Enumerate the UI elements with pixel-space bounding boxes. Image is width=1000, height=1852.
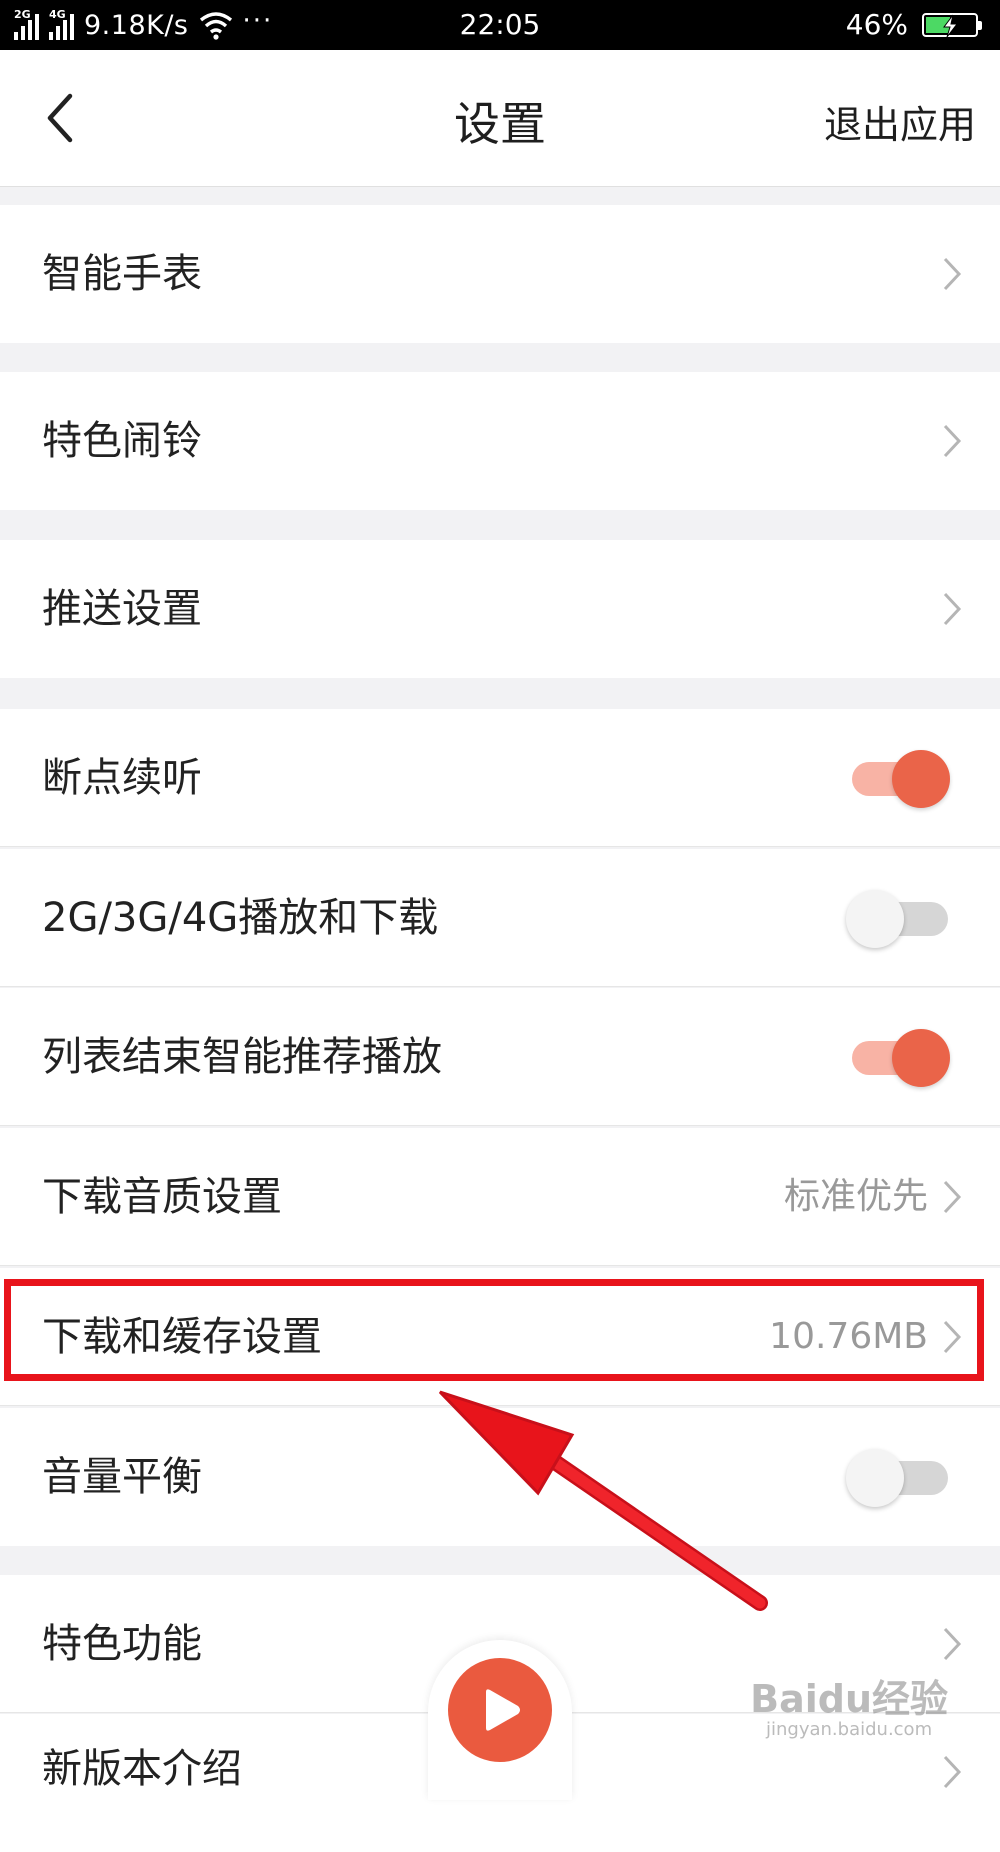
status-bar: 2G 4G 9.18K/s ··· 22:05 46% xyxy=(0,0,1000,50)
row-alarm[interactable]: 特色闹铃 xyxy=(0,372,1000,510)
play-icon xyxy=(486,1689,520,1731)
mobile-data-toggle[interactable] xyxy=(846,890,948,948)
row-smart-watch[interactable]: 智能手表 xyxy=(0,205,1000,343)
row-label: 特色功能 xyxy=(42,1621,202,1667)
row-label: 音量平衡 xyxy=(42,1454,202,1500)
chevron-right-icon xyxy=(943,1755,962,1789)
battery-charging-icon xyxy=(922,13,982,38)
row-smart-recommend: 列表结束智能推荐播放 xyxy=(0,988,1000,1126)
chevron-right-icon xyxy=(943,1627,962,1661)
play-button[interactable] xyxy=(448,1658,552,1762)
exit-app-button[interactable]: 退出应用 xyxy=(824,94,976,149)
row-download-quality[interactable]: 下载音质设置 标准优先 xyxy=(0,1128,1000,1266)
row-label: 断点续听 xyxy=(42,755,202,801)
row-label: 新版本介绍 xyxy=(42,1746,242,1792)
nav-bar: 设置 退出应用 xyxy=(0,50,1000,187)
row-resume-play: 断点续听 xyxy=(0,709,1000,847)
highlight-box xyxy=(4,1279,984,1381)
row-value: 标准优先 xyxy=(783,1176,928,1217)
smart-recommend-toggle[interactable] xyxy=(852,1029,950,1087)
row-label: 特色闹铃 xyxy=(42,418,202,464)
row-push-settings[interactable]: 推送设置 xyxy=(0,540,1000,678)
row-volume-balance: 音量平衡 xyxy=(0,1408,1000,1546)
resume-play-toggle[interactable] xyxy=(852,750,950,808)
chevron-right-icon xyxy=(943,424,962,458)
chevron-right-icon xyxy=(943,257,962,291)
battery-percent: 46% xyxy=(845,8,908,41)
watermark-main: Baidu经验 xyxy=(750,1677,948,1721)
row-label: 智能手表 xyxy=(42,251,202,297)
row-label: 推送设置 xyxy=(42,586,202,632)
row-label: 列表结束智能推荐播放 xyxy=(42,1034,442,1080)
volume-balance-toggle[interactable] xyxy=(846,1449,948,1507)
chevron-right-icon xyxy=(943,592,962,626)
row-label: 下载音质设置 xyxy=(42,1174,282,1220)
watermark: Baidu经验 jingyan.baidu.com xyxy=(750,1668,948,1740)
row-mobile-data: 2G/3G/4G播放和下载 xyxy=(0,849,1000,987)
watermark-sub: jingyan.baidu.com xyxy=(766,1719,933,1740)
row-label: 2G/3G/4G播放和下载 xyxy=(42,895,439,941)
chevron-right-icon xyxy=(943,1180,962,1214)
